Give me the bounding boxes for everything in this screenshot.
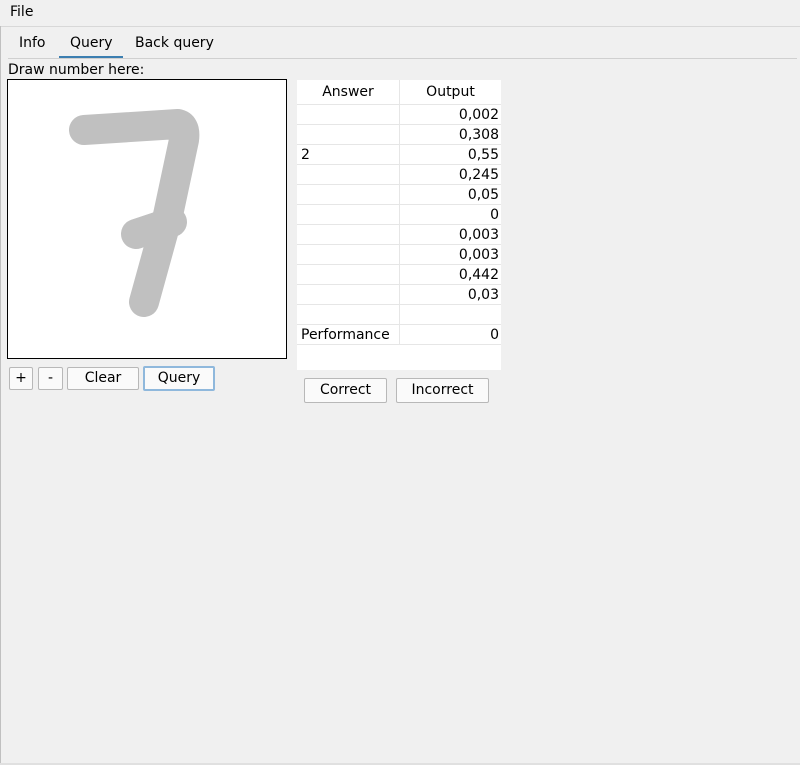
- results-table: Answer Output 0,002 0,308 2 0,55 0,245 0,05 0 0…: [297, 80, 501, 370]
- answer-cell[interactable]: [297, 265, 400, 285]
- tab-query[interactable]: Query: [70, 35, 113, 51]
- window-left-edge: [0, 26, 1, 765]
- output-cell[interactable]: 0,003: [400, 225, 501, 245]
- answer-cell[interactable]: Performance: [297, 325, 400, 345]
- tab-info[interactable]: Info: [19, 35, 46, 51]
- answer-column-header[interactable]: Answer: [297, 80, 400, 105]
- tab-back-query[interactable]: Back query: [135, 35, 214, 51]
- output-cell[interactable]: 0: [400, 205, 501, 225]
- output-cell[interactable]: 0,245: [400, 165, 501, 185]
- output-column-header[interactable]: Output: [400, 80, 501, 105]
- output-cell[interactable]: 0,05: [400, 185, 501, 205]
- output-cell[interactable]: 0,03: [400, 285, 501, 305]
- correct-button[interactable]: Correct: [304, 378, 387, 403]
- incorrect-button[interactable]: Incorrect: [396, 378, 489, 403]
- answer-cell[interactable]: [297, 185, 400, 205]
- zoom-out-button[interactable]: -: [38, 367, 63, 390]
- clear-button[interactable]: Clear: [67, 367, 139, 390]
- answer-cell[interactable]: 2: [297, 145, 400, 165]
- output-cell[interactable]: 0,003: [400, 245, 501, 265]
- tab-divider: [8, 58, 797, 59]
- tab-bar: Info Query Back query: [0, 27, 800, 59]
- answer-cell[interactable]: [297, 165, 400, 185]
- query-button[interactable]: Query: [143, 366, 215, 391]
- output-cell[interactable]: 0: [400, 325, 501, 345]
- answer-cell[interactable]: [297, 125, 400, 145]
- output-cell[interactable]: [400, 305, 501, 325]
- answer-cell[interactable]: [297, 305, 400, 325]
- answer-cell[interactable]: [297, 205, 400, 225]
- drawn-digit: [69, 109, 200, 317]
- output-cell[interactable]: 0,55: [400, 145, 501, 165]
- draw-number-label: Draw number here:: [8, 62, 145, 78]
- answer-cell[interactable]: [297, 105, 400, 125]
- drawing-canvas[interactable]: [7, 79, 287, 359]
- menu-bar: File: [0, 0, 800, 27]
- output-cell[interactable]: 0,442: [400, 265, 501, 285]
- digit-stroke-cross: [121, 207, 187, 249]
- answer-cell[interactable]: [297, 225, 400, 245]
- output-cell[interactable]: 0,002: [400, 105, 501, 125]
- menu-file[interactable]: File: [10, 4, 33, 20]
- output-cell[interactable]: 0,308: [400, 125, 501, 145]
- zoom-in-button[interactable]: +: [9, 367, 33, 390]
- answer-cell[interactable]: [297, 285, 400, 305]
- answer-cell[interactable]: [297, 245, 400, 265]
